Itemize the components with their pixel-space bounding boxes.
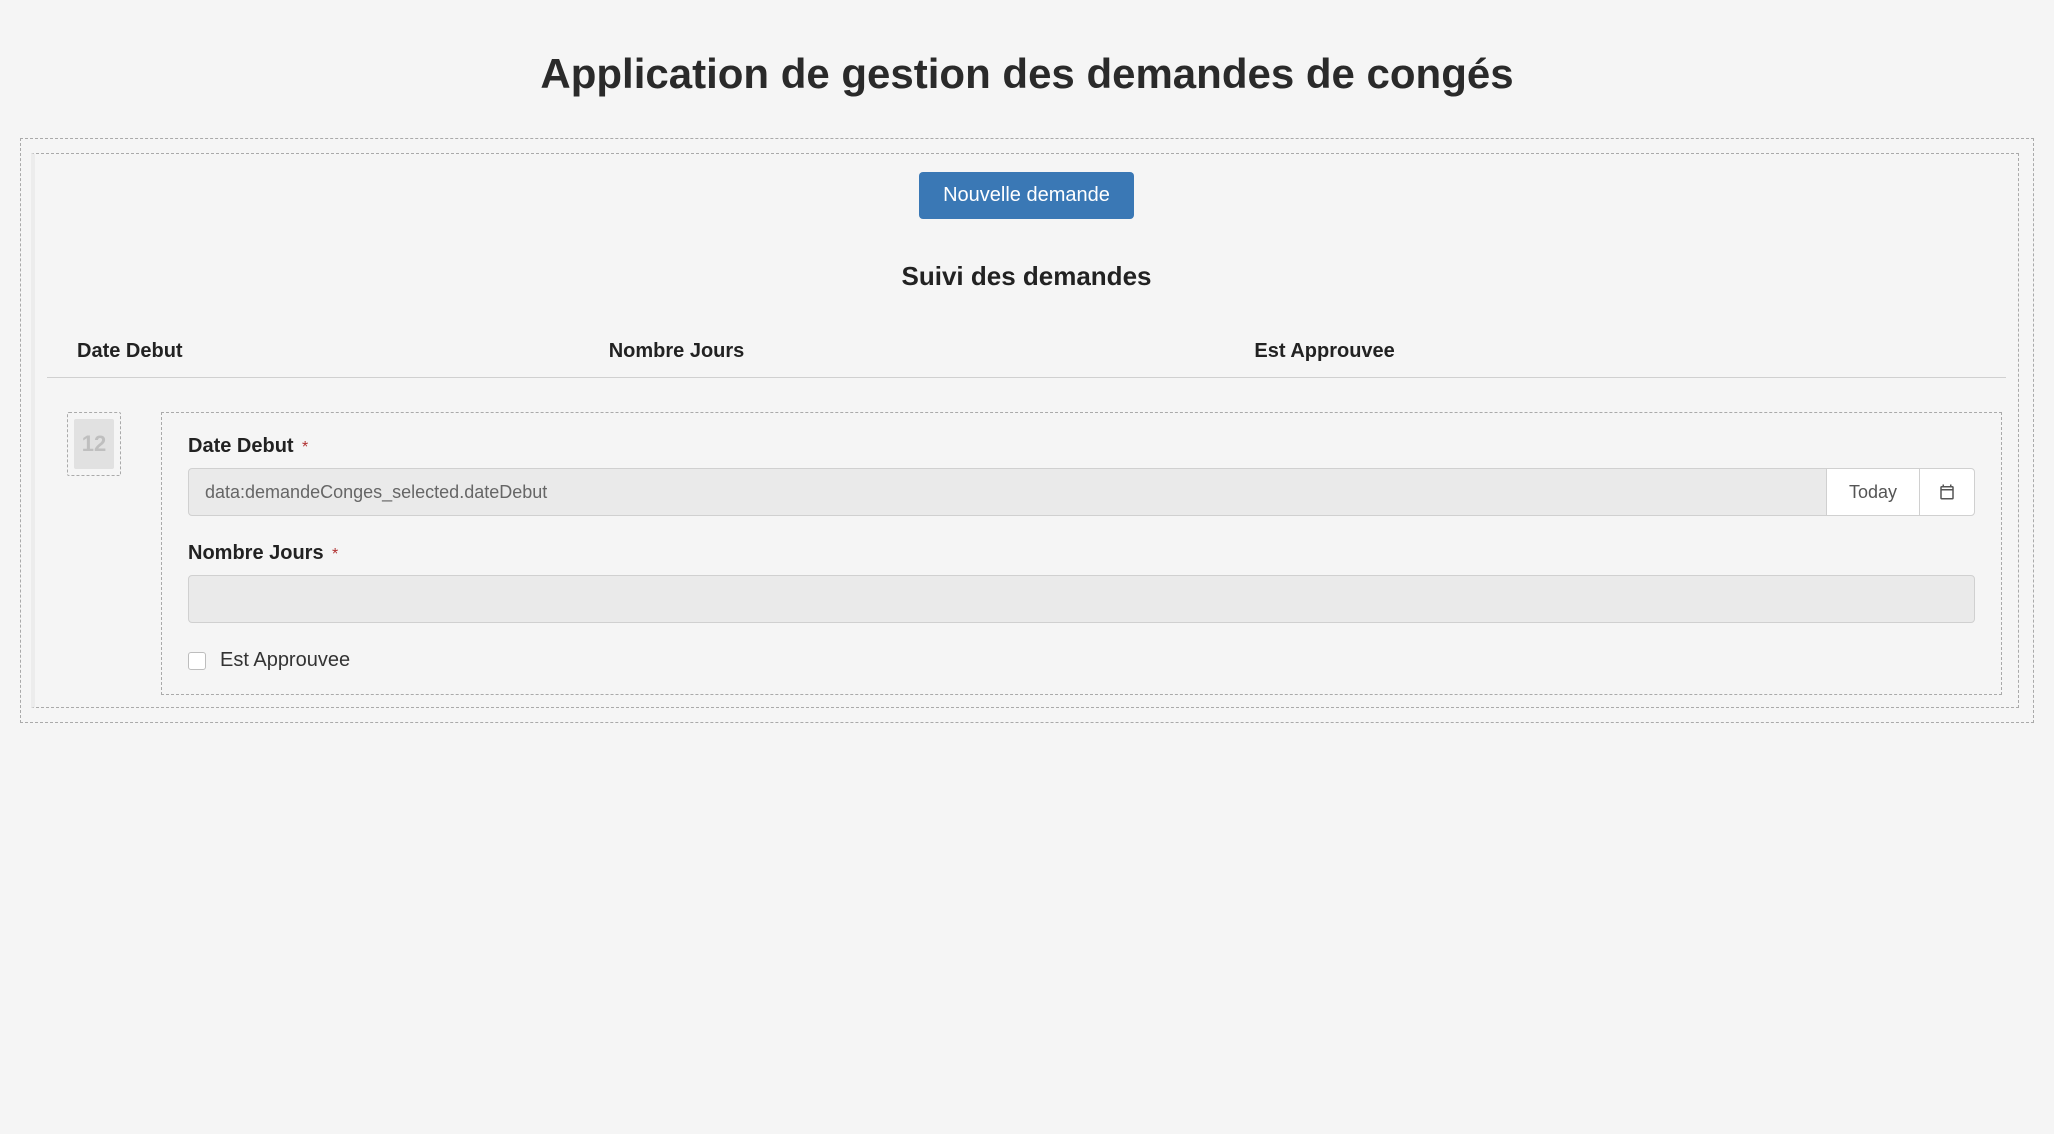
calendar-icon xyxy=(1938,483,1956,501)
today-button[interactable]: Today xyxy=(1826,468,1920,516)
column-header-est-approuvee: Est Approuvee xyxy=(1254,340,1976,363)
label-nombre-jours: Nombre Jours xyxy=(188,542,324,565)
tracking-heading: Suivi des demandes xyxy=(47,261,2006,292)
day-number-badge: 12 xyxy=(74,419,114,469)
column-header-nombre-jours: Nombre Jours xyxy=(609,340,1255,363)
label-est-approuvee: Est Approuvee xyxy=(220,649,350,672)
form-panel: Date Debut * Today xyxy=(161,412,2002,695)
inner-panel: Nouvelle demande Suivi des demandes Date… xyxy=(31,153,2019,708)
required-star-date-debut: * xyxy=(302,439,308,456)
new-request-button[interactable]: Nouvelle demande xyxy=(919,172,1134,219)
est-approuvee-checkbox[interactable] xyxy=(188,652,206,670)
field-est-approuvee: Est Approuvee xyxy=(188,649,1975,672)
table-header-row: Date Debut Nombre Jours Est Approuvee xyxy=(47,330,2006,378)
action-bar: Nouvelle demande xyxy=(47,164,2006,237)
outer-panel: Nouvelle demande Suivi des demandes Date… xyxy=(20,138,2034,723)
day-badge-container: 12 xyxy=(67,412,121,476)
label-date-debut: Date Debut xyxy=(188,435,294,458)
column-header-date-debut: Date Debut xyxy=(77,340,609,363)
field-nombre-jours: Nombre Jours * xyxy=(188,542,1975,623)
nombre-jours-input[interactable] xyxy=(188,575,1975,623)
detail-row: 12 Date Debut * Today xyxy=(67,412,2006,695)
page-title: Application de gestion des demandes de c… xyxy=(20,50,2034,98)
date-debut-input[interactable] xyxy=(188,468,1827,516)
field-date-debut: Date Debut * Today xyxy=(188,435,1975,516)
required-star-nombre-jours: * xyxy=(332,546,338,563)
calendar-button[interactable] xyxy=(1919,468,1975,516)
